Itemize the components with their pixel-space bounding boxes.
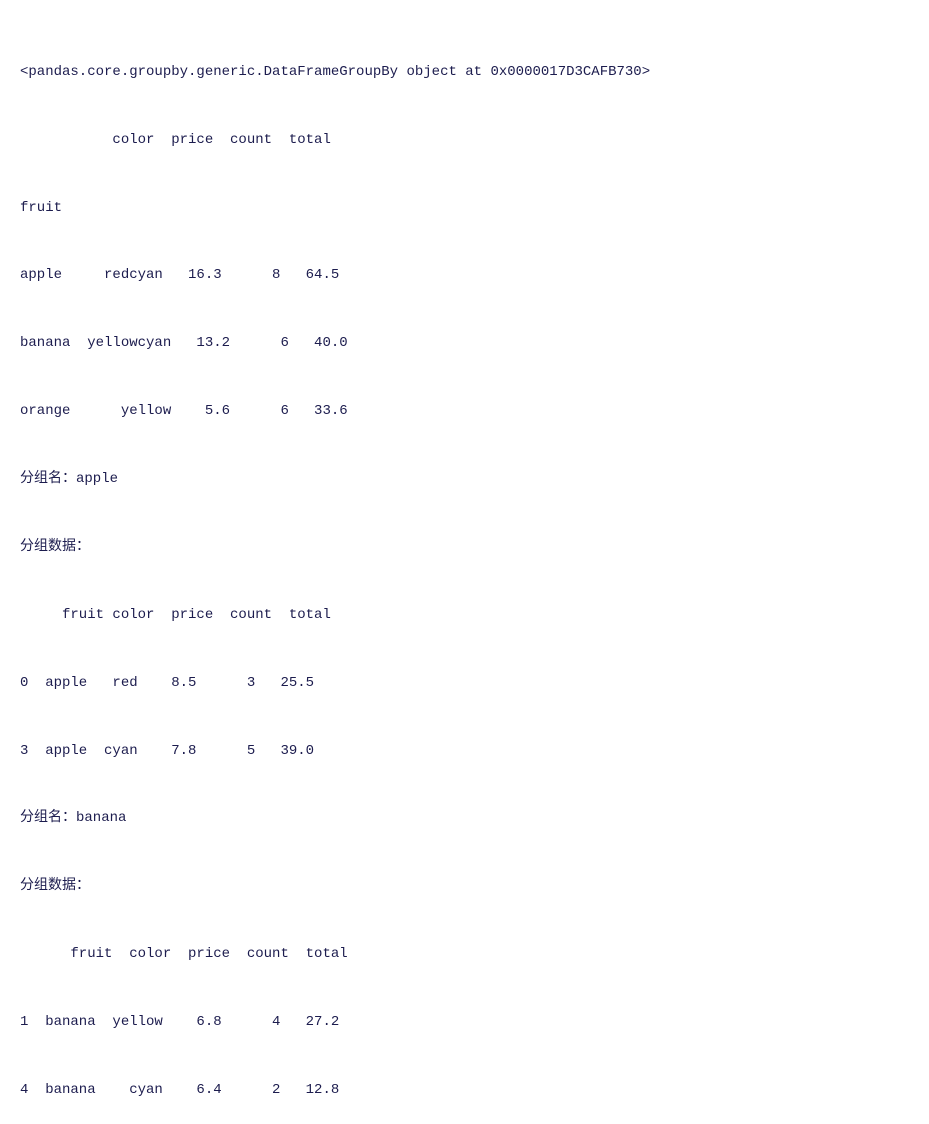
line-12: 分组名：banana — [20, 807, 909, 830]
line-3: fruit — [20, 197, 909, 220]
line-8: 分组数据： — [20, 536, 909, 559]
line-6: orange yellow 5.6 6 33.6 — [20, 400, 909, 423]
line-1: <pandas.core.groupby.generic.DataFrameGr… — [20, 61, 909, 84]
line-9: fruit color price count total — [20, 604, 909, 627]
line-10: 0 apple red 8.5 3 25.5 — [20, 672, 909, 695]
line-2: color price count total — [20, 129, 909, 152]
line-13: 分组数据： — [20, 875, 909, 898]
line-7: 分组名：apple — [20, 468, 909, 491]
line-16: 4 banana cyan 6.4 2 12.8 — [20, 1079, 909, 1102]
line-15: 1 banana yellow 6.8 4 27.2 — [20, 1011, 909, 1034]
line-11: 3 apple cyan 7.8 5 39.0 — [20, 740, 909, 763]
output-block: <pandas.core.groupby.generic.DataFrameGr… — [20, 16, 909, 1124]
line-14: fruit color price count total — [20, 943, 909, 966]
line-5: banana yellowcyan 13.2 6 40.0 — [20, 332, 909, 355]
line-4: apple redcyan 16.3 8 64.5 — [20, 264, 909, 287]
